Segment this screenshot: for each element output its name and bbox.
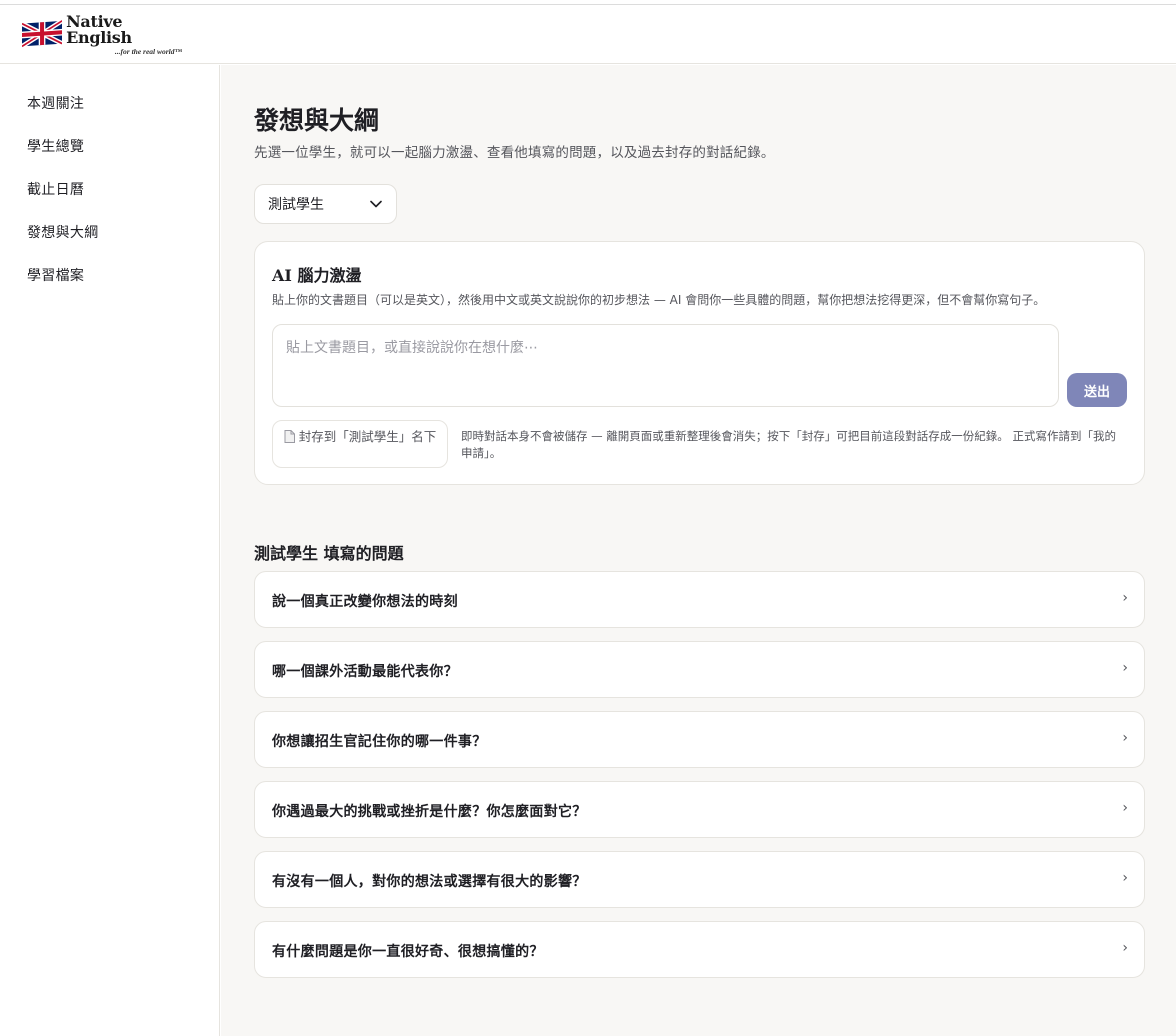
page-title: 發想與大綱 bbox=[254, 106, 380, 135]
sidebar-item-deadline-calendar[interactable]: 截止日曆 bbox=[27, 179, 84, 199]
sidebar-item-student-overview[interactable]: 學生總覽 bbox=[27, 136, 84, 156]
ai-card-title: AI 腦力激盪 bbox=[272, 266, 362, 285]
question-item[interactable]: 有沒有一個人，對你的想法或選擇有很大的影響？ › bbox=[254, 851, 1145, 908]
question-item[interactable]: 哪一個課外活動最能代表你？ › bbox=[254, 641, 1145, 698]
question-label: 有什麼問題是你一直很好奇、很想搞懂的？ bbox=[272, 944, 544, 960]
question-item[interactable]: 你遇過最大的挑戰或挫折是什麼？你怎麼面對它？ › bbox=[254, 781, 1145, 838]
union-jack-flag-icon bbox=[22, 20, 63, 49]
question-label: 你想讓招生官記住你的哪一件事？ bbox=[272, 734, 487, 750]
chevron-right-icon: › bbox=[1122, 940, 1128, 956]
document-icon bbox=[284, 430, 295, 443]
question-item[interactable]: 你想讓招生官記住你的哪一件事？ › bbox=[254, 711, 1145, 768]
chevron-right-icon: › bbox=[1122, 730, 1128, 746]
brand-tagline: ...for the real world™ bbox=[114, 47, 182, 57]
chevron-right-icon: › bbox=[1122, 800, 1128, 816]
main-content: 發想與大綱 先選一位學生，就可以一起腦力激盪、查看他填寫的問題，以及過去封存的對… bbox=[221, 65, 1176, 1036]
chevron-down-icon bbox=[370, 200, 382, 208]
questions-heading: 測試學生 填寫的問題 bbox=[254, 544, 404, 563]
question-label: 說一個真正改變你想法的時刻 bbox=[272, 594, 458, 610]
chevron-right-icon: › bbox=[1122, 660, 1128, 676]
brainstorm-input[interactable] bbox=[272, 324, 1059, 407]
sidebar: 本週關注 學生總覽 截止日曆 發想與大綱 學習檔案 bbox=[0, 65, 220, 1036]
ai-brainstorm-card: AI 腦力激盪 貼上你的文書題目（可以是英文），然後用中文或英文說說你的初步想法… bbox=[254, 241, 1145, 485]
send-button[interactable]: 送出 bbox=[1067, 373, 1127, 407]
archive-button[interactable]: 封存到「測試學生」名下 bbox=[272, 420, 448, 468]
sidebar-item-weekly-focus[interactable]: 本週關注 bbox=[27, 93, 84, 113]
chevron-right-icon: › bbox=[1122, 590, 1128, 606]
question-item[interactable]: 有什麼問題是你一直很好奇、很想搞懂的？ › bbox=[254, 921, 1145, 978]
page-subtitle: 先選一位學生，就可以一起腦力激盪、查看他填寫的問題，以及過去封存的對話紀錄。 bbox=[254, 145, 775, 161]
ai-card-description: 貼上你的文書題目（可以是英文），然後用中文或英文說說你的初步想法 — AI 會問… bbox=[272, 293, 1046, 307]
sidebar-item-brainstorm-outline[interactable]: 發想與大綱 bbox=[27, 222, 99, 242]
question-item[interactable]: 說一個真正改變你想法的時刻 › bbox=[254, 571, 1145, 628]
question-label: 你遇過最大的挑戰或挫折是什麼？你怎麼面對它？ bbox=[272, 804, 587, 820]
student-select[interactable]: 測試學生 bbox=[254, 184, 397, 224]
brand-logo[interactable]: Native English ...for the real world™ bbox=[22, 14, 182, 55]
top-header: Native English ...for the real world™ bbox=[0, 5, 1176, 64]
question-label: 哪一個課外活動最能代表你？ bbox=[272, 664, 458, 680]
student-select-value: 測試學生 bbox=[268, 197, 324, 213]
sidebar-item-portfolio[interactable]: 學習檔案 bbox=[27, 265, 84, 285]
archive-note: 即時對話本身不會被儲存 — 離開頁面或重新整理後會消失；按下「封存」可把目前這段… bbox=[461, 429, 1116, 460]
chevron-right-icon: › bbox=[1122, 870, 1128, 886]
question-label: 有沒有一個人，對你的想法或選擇有很大的影響？ bbox=[272, 874, 587, 890]
brand-name: Native English bbox=[66, 12, 132, 48]
archive-button-label: 封存到「測試學生」名下 bbox=[298, 429, 437, 444]
